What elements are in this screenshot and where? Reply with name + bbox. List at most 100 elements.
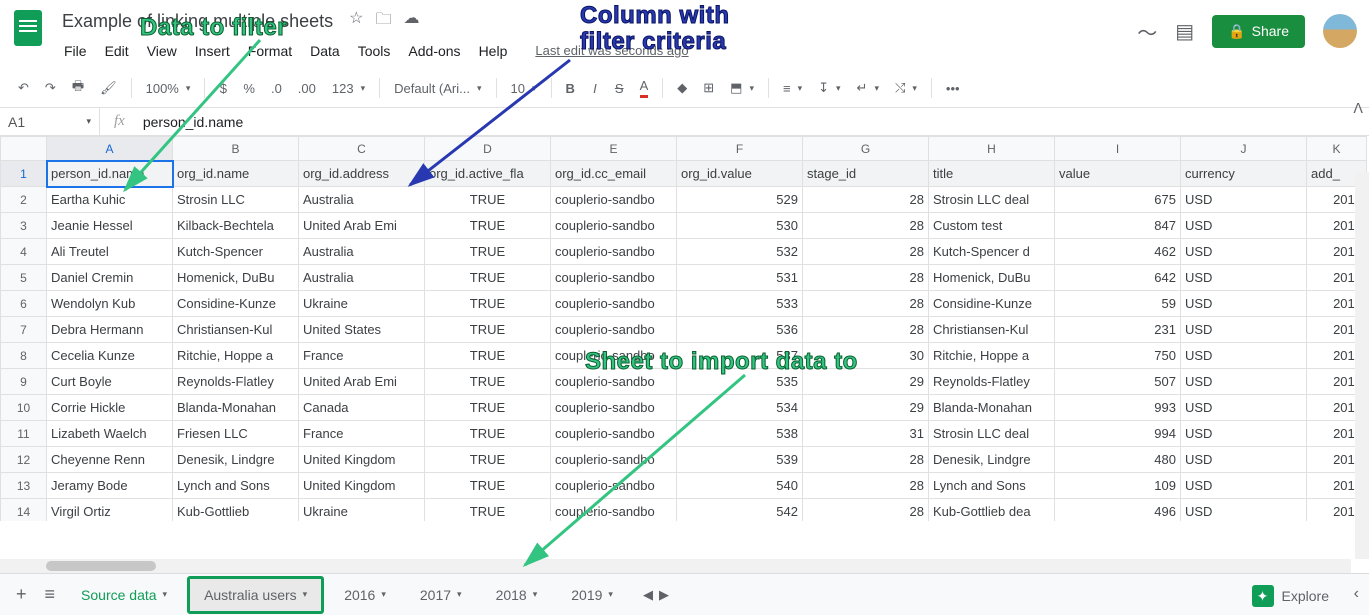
cell[interactable]: Considine-Kunze: [929, 291, 1055, 317]
col-header[interactable]: F: [677, 137, 803, 161]
cell[interactable]: 536: [677, 317, 803, 343]
sheet-tab-2019[interactable]: 2019▾: [557, 579, 627, 611]
col-header[interactable]: A: [47, 137, 173, 161]
cell[interactable]: 28: [803, 473, 929, 499]
cell[interactable]: 535: [677, 369, 803, 395]
cell[interactable]: Jeramy Bode: [47, 473, 173, 499]
tab-scroll-left[interactable]: ◀: [643, 587, 653, 603]
menu-insert[interactable]: Insert: [187, 39, 238, 63]
sheet-tab-2017[interactable]: 2017▾: [406, 579, 476, 611]
cell[interactable]: United Kingdom: [299, 473, 425, 499]
cell[interactable]: org_id.active_fla: [425, 161, 551, 187]
cell[interactable]: 529: [677, 187, 803, 213]
cell[interactable]: couplerio-sandbo: [551, 265, 677, 291]
cell[interactable]: Blanda-Monahan: [173, 395, 299, 421]
cell[interactable]: TRUE: [425, 421, 551, 447]
cell[interactable]: 530: [677, 213, 803, 239]
col-header[interactable]: K: [1307, 137, 1367, 161]
cell[interactable]: Custom test: [929, 213, 1055, 239]
row-header[interactable]: 11: [1, 421, 47, 447]
cell[interactable]: 28: [803, 499, 929, 522]
bold-button[interactable]: B: [560, 77, 581, 100]
row-header[interactable]: 1: [1, 161, 47, 187]
cell[interactable]: couplerio-sandbo: [551, 447, 677, 473]
cell[interactable]: USD: [1181, 343, 1307, 369]
borders-button[interactable]: ⊞: [697, 76, 720, 100]
all-sheets-button[interactable]: ≡: [39, 578, 62, 611]
sheet-tab-2016[interactable]: 2016▾: [330, 579, 400, 611]
cell[interactable]: couplerio-sandbo: [551, 473, 677, 499]
cell[interactable]: 675: [1055, 187, 1181, 213]
row-header[interactable]: 2: [1, 187, 47, 213]
cell[interactable]: Curt Boyle: [47, 369, 173, 395]
cell[interactable]: 540: [677, 473, 803, 499]
cell[interactable]: Strosin LLC deal: [929, 421, 1055, 447]
strike-button[interactable]: S: [609, 77, 630, 100]
cell[interactable]: Cecelia Kunze: [47, 343, 173, 369]
cell[interactable]: United Arab Emi: [299, 213, 425, 239]
menu-view[interactable]: View: [139, 39, 185, 63]
cell[interactable]: stage_id: [803, 161, 929, 187]
cell[interactable]: TRUE: [425, 213, 551, 239]
share-button[interactable]: 🔒 Share: [1212, 15, 1305, 48]
cell[interactable]: 496: [1055, 499, 1181, 522]
cell[interactable]: Wendolyn Kub: [47, 291, 173, 317]
col-header[interactable]: I: [1055, 137, 1181, 161]
menu-edit[interactable]: Edit: [97, 39, 137, 63]
cell[interactable]: 531: [677, 265, 803, 291]
cell[interactable]: Corrie Hickle: [47, 395, 173, 421]
cell[interactable]: 28: [803, 187, 929, 213]
format-percent[interactable]: %: [237, 77, 261, 100]
vertical-scrollbar[interactable]: [1355, 172, 1369, 559]
cell[interactable]: Kutch-Spencer: [173, 239, 299, 265]
avatar[interactable]: [1323, 14, 1357, 48]
cell[interactable]: TRUE: [425, 499, 551, 522]
rotate-button[interactable]: ⤭: [889, 76, 923, 100]
side-panel-toggle[interactable]: ‹: [1350, 581, 1363, 607]
name-box[interactable]: A1▾: [0, 108, 100, 135]
paint-format-button[interactable]: 🖌: [94, 76, 123, 100]
menu-file[interactable]: File: [56, 39, 95, 63]
cell[interactable]: 532: [677, 239, 803, 265]
add-sheet-button[interactable]: +: [10, 578, 33, 611]
col-header[interactable]: H: [929, 137, 1055, 161]
cell[interactable]: France: [299, 421, 425, 447]
cell[interactable]: TRUE: [425, 187, 551, 213]
cell[interactable]: Australia: [299, 265, 425, 291]
sheet-tab-source[interactable]: Source data▾: [67, 579, 181, 611]
cell[interactable]: Ali Treutel: [47, 239, 173, 265]
halign-button[interactable]: ≡: [777, 77, 808, 100]
cell[interactable]: 28: [803, 291, 929, 317]
cell[interactable]: United States: [299, 317, 425, 343]
cell[interactable]: Blanda-Monahan: [929, 395, 1055, 421]
expand-sidebar-icon[interactable]: ᐱ: [1353, 100, 1363, 117]
col-header[interactable]: B: [173, 137, 299, 161]
cell[interactable]: 28: [803, 317, 929, 343]
cell[interactable]: Homenick, DuBu: [173, 265, 299, 291]
cell[interactable]: 59: [1055, 291, 1181, 317]
cell[interactable]: couplerio-sandbo: [551, 421, 677, 447]
cell[interactable]: Debra Hermann: [47, 317, 173, 343]
cell[interactable]: 993: [1055, 395, 1181, 421]
cell[interactable]: Ukraine: [299, 499, 425, 522]
cell[interactable]: couplerio-sandbo: [551, 213, 677, 239]
cell[interactable]: Christiansen-Kul: [929, 317, 1055, 343]
cell[interactable]: Lynch and Sons: [173, 473, 299, 499]
cell[interactable]: TRUE: [425, 369, 551, 395]
cell[interactable]: 29: [803, 395, 929, 421]
cell[interactable]: Daniel Cremin: [47, 265, 173, 291]
format-currency[interactable]: $: [213, 77, 233, 100]
cell[interactable]: Strosin LLC deal: [929, 187, 1055, 213]
cell[interactable]: 30: [803, 343, 929, 369]
cell[interactable]: couplerio-sandbo: [551, 187, 677, 213]
cell[interactable]: Reynolds-Flatley: [929, 369, 1055, 395]
move-icon[interactable]: 🗀: [375, 8, 391, 35]
cell[interactable]: 28: [803, 239, 929, 265]
valign-button[interactable]: ↧: [812, 76, 846, 100]
cell[interactable]: 994: [1055, 421, 1181, 447]
explore-button[interactable]: ✦ Explore: [1252, 585, 1329, 607]
activity-icon[interactable]: 〜: [1137, 17, 1157, 46]
cell[interactable]: TRUE: [425, 239, 551, 265]
cell[interactable]: Denesik, Lindgre: [173, 447, 299, 473]
col-header[interactable]: C: [299, 137, 425, 161]
